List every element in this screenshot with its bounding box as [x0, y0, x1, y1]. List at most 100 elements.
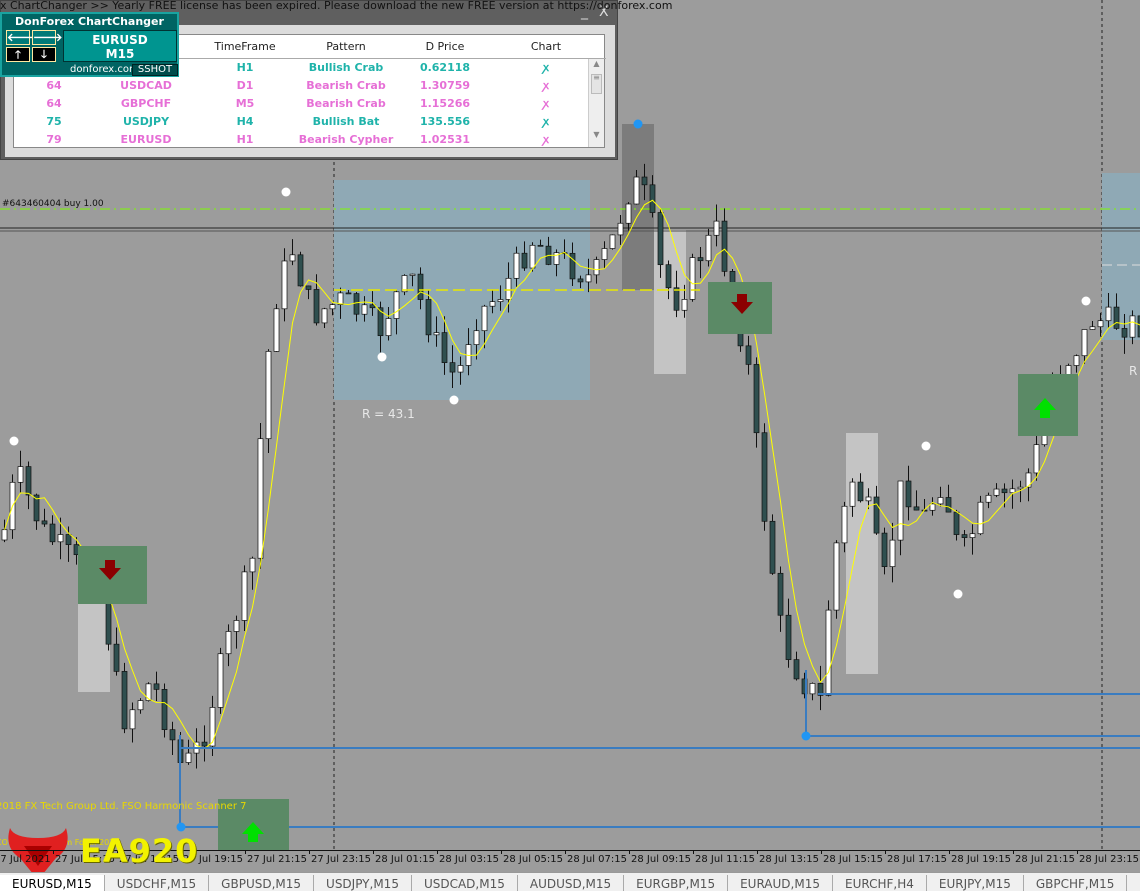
candle [1129, 315, 1136, 338]
candle [1097, 320, 1104, 328]
symbol-display: EURUSD M15 [63, 30, 177, 62]
candle [337, 292, 344, 305]
candle [1089, 326, 1096, 330]
time-label: 28 Jul 17:15 [887, 854, 947, 865]
candle [689, 257, 696, 300]
chart-tab[interactable]: EURAUD,M15 [728, 875, 833, 891]
chart-tabs: EURUSD,M15 USDCHF,M15 GBPUSD,M15 USDJPY,M15… [0, 872, 1140, 891]
chart-tab[interactable]: USDCAD,M15 [412, 875, 518, 891]
cell-pattern: Bearish Crab [306, 97, 386, 110]
timeframe-up-button[interactable]: 🡑 [6, 47, 30, 62]
candle [881, 532, 888, 567]
candle [49, 523, 56, 543]
candle [113, 643, 120, 672]
chart-changer-panel: DonForex ChartChanger 🡐 🡒 🡑 🡓 EURUSD M15 … [0, 12, 179, 77]
col-header-pattern[interactable]: Pattern [296, 35, 396, 58]
chart-tab[interactable]: EURUSD,M15 [0, 875, 105, 891]
candle [257, 438, 264, 559]
cell-pattern: Bearish Cypher [298, 133, 394, 146]
col-header-dprice[interactable]: D Price [395, 35, 495, 58]
table-scrollbar[interactable]: ▲ ≡ ▼ [588, 59, 604, 147]
candle [425, 299, 432, 336]
cell-pattern: Bullish Crab [308, 61, 384, 74]
chart-tab[interactable]: USDJPY,M15 [314, 875, 412, 891]
chart-tab[interactable]: GBPUSD,M15 [209, 875, 315, 891]
candle [105, 598, 112, 645]
cell-symbol: EURUSD [120, 133, 172, 146]
candle [673, 287, 680, 311]
order-label: #643460404 buy 1.00 [2, 199, 104, 209]
cell-score: 64 [46, 97, 62, 110]
candle [1001, 488, 1008, 494]
chart-tab[interactable]: CADJPY,M15 [1127, 875, 1140, 891]
candle [889, 539, 896, 567]
harmonic-pattern-icon[interactable]: ꭗ [496, 77, 596, 95]
harmonic-pattern-icon[interactable]: ꭗ [496, 131, 596, 149]
screenshot-button[interactable]: SSHOT [132, 64, 178, 76]
chart-tab[interactable]: USDCHF,M15 [105, 875, 210, 891]
chart-tab[interactable]: AUDUSD,M15 [518, 875, 625, 891]
cell-timeframe: D1 [236, 79, 254, 92]
candle [249, 557, 256, 573]
candle [985, 494, 992, 503]
candle [161, 689, 168, 731]
candle [1121, 328, 1128, 338]
time-label: 27 Jul 2021 [0, 854, 51, 865]
candle [953, 511, 960, 535]
time-label: 28 Jul 03:15 [439, 854, 499, 865]
col-header-timeframe[interactable]: TimeFrame [195, 35, 295, 58]
candle [345, 292, 352, 295]
prev-symbol-button[interactable]: 🡐 [6, 30, 37, 45]
cell-score: 64 [46, 79, 62, 92]
harmonic-pattern-icon[interactable]: ꭗ [496, 113, 596, 131]
harmonic-pattern-icon[interactable]: ꭗ [496, 59, 596, 77]
next-symbol-button[interactable]: 🡒 [32, 30, 63, 45]
candle [1081, 329, 1088, 357]
timeframe-down-button[interactable]: 🡓 [32, 47, 56, 62]
chart-tab[interactable]: GBPCHF,M15 [1024, 875, 1128, 891]
candle [121, 671, 128, 730]
candle [481, 305, 488, 332]
candle [777, 572, 784, 616]
cell-price: 1.15266 [419, 97, 471, 110]
harmonic-pattern-icon[interactable]: ꭗ [496, 95, 596, 113]
candle [585, 274, 592, 283]
time-label: 28 Jul 21:15 [1015, 854, 1075, 865]
candle [529, 244, 536, 269]
time-label: 28 Jul 01:15 [375, 854, 435, 865]
candle [1073, 355, 1080, 366]
candle [969, 533, 976, 538]
cell-timeframe: H1 [236, 61, 254, 74]
candle [793, 659, 800, 680]
candle [625, 203, 632, 224]
candle [289, 254, 296, 262]
candle [1009, 488, 1016, 494]
candle [769, 520, 776, 574]
chart-tab[interactable]: EURJPY,M15 [927, 875, 1024, 891]
candle [937, 497, 944, 505]
pattern-bar-zone [846, 433, 878, 674]
candle [505, 277, 512, 300]
cell-price: 1.30759 [419, 79, 471, 92]
candle [857, 481, 864, 502]
candle [65, 534, 72, 545]
candle [961, 534, 968, 538]
chart-tab[interactable]: EURCHF,H4 [833, 875, 927, 891]
candle [233, 620, 240, 632]
candle [361, 304, 368, 315]
cell-timeframe: M5 [235, 97, 255, 110]
candle [217, 653, 224, 708]
candle [521, 252, 528, 269]
candle [913, 506, 920, 511]
col-header-chart[interactable]: Chart [496, 35, 596, 58]
site-link[interactable]: donforex.com [70, 64, 139, 75]
pattern-bar-zone [78, 598, 110, 692]
candle [577, 278, 584, 283]
candle [1105, 306, 1112, 322]
range-label-right: R [1129, 364, 1137, 378]
chart-tab[interactable]: EURGBP,M15 [624, 875, 729, 891]
time-label: 28 Jul 23:15 [1079, 854, 1139, 865]
candle [761, 432, 768, 522]
cell-price: 1.02531 [419, 133, 471, 146]
candle [185, 752, 192, 763]
